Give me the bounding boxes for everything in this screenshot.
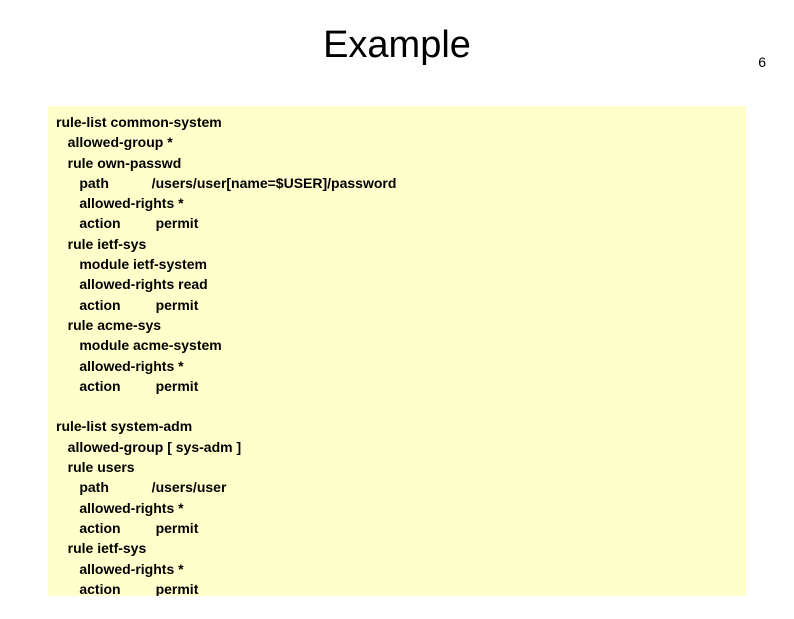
slide-title: Example — [0, 24, 794, 67]
code-block: rule-list common-system allowed-group * … — [56, 112, 738, 596]
slide: 6 Example rule-list common-system allowe… — [0, 24, 794, 619]
code-box: rule-list common-system allowed-group * … — [48, 106, 746, 596]
page-number: 6 — [758, 54, 766, 70]
